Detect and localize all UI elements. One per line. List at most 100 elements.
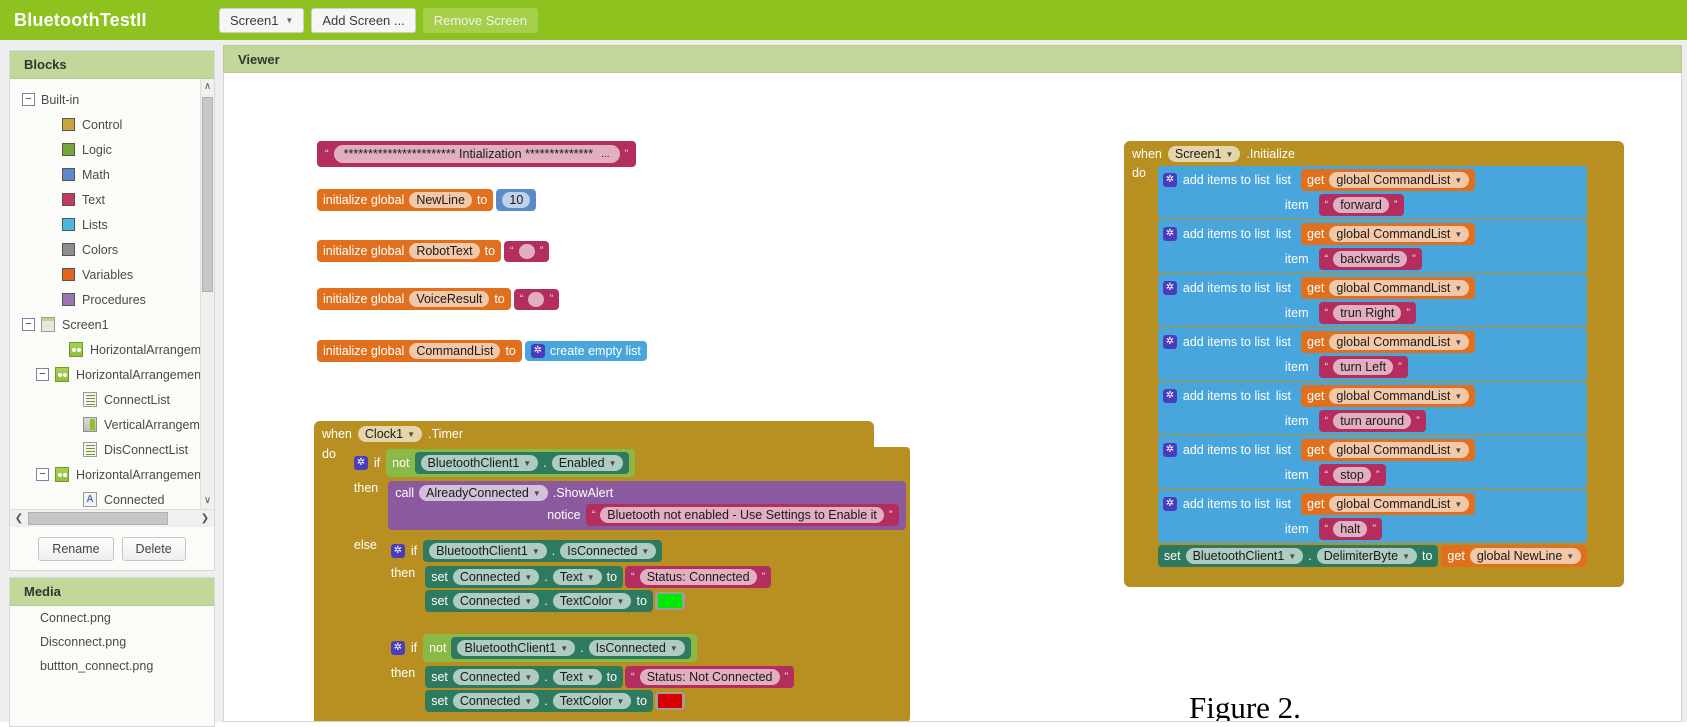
- variable-getter-block[interactable]: get global CommandList ▼: [1301, 169, 1476, 191]
- component-field[interactable]: BluetoothClient1 ▼: [429, 543, 547, 559]
- chevron-down-icon[interactable]: ▼: [1402, 552, 1410, 561]
- rename-button[interactable]: Rename: [38, 537, 114, 561]
- scrollbar-thumb[interactable]: [202, 97, 213, 292]
- variable-field[interactable]: global CommandList ▼: [1329, 226, 1470, 242]
- not-block[interactable]: not BluetoothClient1 ▼. IsConnected ▼: [423, 634, 697, 662]
- text-value[interactable]: turn Left: [1333, 359, 1394, 375]
- variable-getter-block[interactable]: get global CommandList ▼: [1301, 439, 1476, 461]
- item-text-block[interactable]: “ turn around ”: [1318, 410, 1426, 432]
- tree-node-text[interactable]: Text: [10, 187, 214, 212]
- chevron-down-icon[interactable]: ▼: [533, 489, 541, 498]
- tree-node-builtin[interactable]: − Built-in: [10, 87, 214, 112]
- global-init-body[interactable]: initialize global NewLine to: [317, 189, 494, 211]
- variable-field[interactable]: global CommandList ▼: [1329, 280, 1470, 296]
- property-field[interactable]: TextColor ▼: [552, 593, 632, 609]
- text-value[interactable]: forward: [1333, 197, 1389, 213]
- component-field[interactable]: Connected ▼: [452, 569, 540, 585]
- chevron-down-icon[interactable]: ▼: [670, 644, 678, 653]
- create-empty-list-block[interactable]: ✲ create empty list: [524, 341, 647, 361]
- property-field[interactable]: Enabled ▼: [551, 455, 624, 471]
- mutator-gear-icon[interactable]: ✲: [1162, 389, 1177, 403]
- component-field[interactable]: AlreadyConnected ▼: [419, 485, 548, 501]
- set-block-body[interactable]: set Connected ▼. TextColor ▼ to: [425, 690, 653, 712]
- set-property-block[interactable]: set Connected ▼. TextColor ▼ to: [425, 690, 794, 712]
- component-field[interactable]: Connected ▼: [452, 693, 540, 709]
- inner-if-block[interactable]: ✲ if BluetoothClient1 ▼. IsConnected ▼ then set…: [386, 538, 799, 620]
- text-value[interactable]: backwards: [1333, 251, 1407, 267]
- text-block[interactable]: “”: [504, 240, 550, 262]
- scroll-down-icon[interactable]: ∨: [201, 493, 214, 509]
- chevron-down-icon[interactable]: ▼: [1454, 338, 1462, 347]
- media-file-item[interactable]: Disconnect.png: [10, 630, 214, 654]
- variable-getter-block[interactable]: get global CommandList ▼: [1301, 385, 1476, 407]
- number-value[interactable]: 10: [502, 192, 531, 208]
- not-block[interactable]: not BluetoothClient1 ▼. Enabled ▼: [386, 449, 636, 477]
- variable-field[interactable]: global CommandList ▼: [1329, 442, 1470, 458]
- property-field[interactable]: Text ▼: [552, 669, 602, 685]
- chevron-down-icon[interactable]: ▼: [524, 697, 532, 706]
- add-items-to-list-block[interactable]: ✲ add items to list list get global CommandL…: [1157, 382, 1588, 435]
- comment-text-block[interactable]: “ *********************** Intialization *…: [317, 141, 637, 167]
- component-field[interactable]: BluetoothClient1 ▼: [457, 640, 576, 656]
- variable-getter-block[interactable]: get global NewLine ▼: [1441, 545, 1588, 567]
- chevron-down-icon[interactable]: ▼: [1288, 552, 1296, 561]
- chevron-down-icon[interactable]: ▼: [1454, 230, 1462, 239]
- tree-vertical-scrollbar[interactable]: ∧ ∨: [200, 79, 214, 509]
- set-delimiter-byte-block[interactable]: set BluetoothClient1 ▼. DelimiterByte ▼ to get…: [1157, 545, 1588, 567]
- property-field[interactable]: IsConnected ▼: [588, 640, 685, 656]
- chevron-down-icon[interactable]: ▼: [641, 547, 649, 556]
- global-name-field[interactable]: CommandList: [409, 343, 501, 359]
- global-name-field[interactable]: VoiceResult: [409, 291, 490, 307]
- chevron-down-icon[interactable]: ▼: [1454, 446, 1462, 455]
- property-field[interactable]: DelimiterByte ▼: [1316, 548, 1417, 564]
- global-init-body[interactable]: initialize global CommandList to: [317, 340, 522, 362]
- chevron-down-icon[interactable]: ▼: [1225, 150, 1233, 159]
- color-block[interactable]: [654, 592, 685, 610]
- tree-node-lists[interactable]: Lists: [10, 212, 214, 237]
- global-init-body[interactable]: initialize global RobotText to: [317, 240, 502, 262]
- chevron-down-icon[interactable]: ▼: [1454, 176, 1462, 185]
- comment-value[interactable]: *********************** Intialization **…: [333, 145, 620, 163]
- global-init-block[interactable]: initialize global CommandList to ✲ create em…: [317, 340, 647, 362]
- global-init-block[interactable]: initialize global RobotText to “”: [317, 240, 550, 262]
- item-text-block[interactable]: “ halt ”: [1318, 518, 1383, 540]
- text-block[interactable]: “ Status: Connected ”: [625, 566, 772, 588]
- variable-field[interactable]: global CommandList ▼: [1329, 388, 1470, 404]
- set-block-body[interactable]: set BluetoothClient1 ▼. DelimiterByte ▼ to: [1157, 545, 1439, 567]
- tree-node-colors[interactable]: Colors: [10, 237, 214, 262]
- tree-node-verticalarrangemer[interactable]: VerticalArrangemer: [10, 412, 214, 437]
- add-items-to-list-block[interactable]: ✲ add items to list list get global CommandL…: [1157, 328, 1588, 381]
- text-block[interactable]: “ Status: Not Connected ”: [625, 666, 795, 688]
- property-field[interactable]: IsConnected ▼: [560, 543, 657, 559]
- math-number-block[interactable]: 10: [496, 189, 537, 211]
- mutator-gear-icon[interactable]: ✲: [1162, 281, 1177, 295]
- delete-button[interactable]: Delete: [121, 537, 186, 561]
- call-showalert-block[interactable]: call AlreadyConnected ▼ .ShowAlert notice “ Bl…: [388, 481, 906, 530]
- variable-getter-block[interactable]: get global CommandList ▼: [1301, 223, 1476, 245]
- chevron-down-icon[interactable]: ▼: [407, 430, 415, 439]
- variable-field[interactable]: global CommandList ▼: [1329, 496, 1470, 512]
- text-value[interactable]: [528, 291, 545, 307]
- set-property-block[interactable]: set Connected ▼. Text ▼ to “Status: Not Connec…: [425, 666, 795, 688]
- text-block[interactable]: “”: [513, 288, 560, 310]
- add-items-to-list-block[interactable]: ✲ add items to list list get global CommandL…: [1157, 220, 1588, 273]
- set-block-body[interactable]: set Connected ▼. Text ▼ to: [425, 666, 624, 688]
- media-file-item[interactable]: buttton_connect.png: [10, 654, 214, 678]
- chevron-down-icon[interactable]: ▼: [587, 673, 595, 682]
- chevron-down-icon[interactable]: ▼: [1566, 552, 1574, 561]
- text-value[interactable]: Bluetooth not enabled - Use Settings to …: [600, 507, 884, 523]
- mutator-gear-icon[interactable]: ✲: [1162, 497, 1177, 511]
- chevron-down-icon[interactable]: ▼: [1454, 392, 1462, 401]
- screen-initialize-event-block[interactable]: when Screen1 ▼ .Initialize do ✲ add items to l…: [1124, 141, 1624, 587]
- hscrollbar-thumb[interactable]: [28, 512, 168, 525]
- tree-node-disconnectlist[interactable]: DisConnectList: [10, 437, 214, 462]
- chevron-down-icon[interactable]: ▼: [617, 597, 625, 606]
- variable-getter-block[interactable]: get global CommandList ▼: [1301, 277, 1476, 299]
- chevron-down-icon[interactable]: ▼: [587, 573, 595, 582]
- mutator-gear-icon[interactable]: ✲: [1162, 227, 1177, 241]
- set-property-block[interactable]: set Connected ▼. Text ▼ to “Status: Connected”: [425, 566, 772, 588]
- collapse-toggle-icon[interactable]: −: [36, 368, 49, 381]
- color-swatch[interactable]: [657, 594, 682, 608]
- tree-horizontal-scrollbar[interactable]: ❮ ❯: [10, 509, 214, 527]
- scroll-up-icon[interactable]: ∧: [201, 79, 214, 95]
